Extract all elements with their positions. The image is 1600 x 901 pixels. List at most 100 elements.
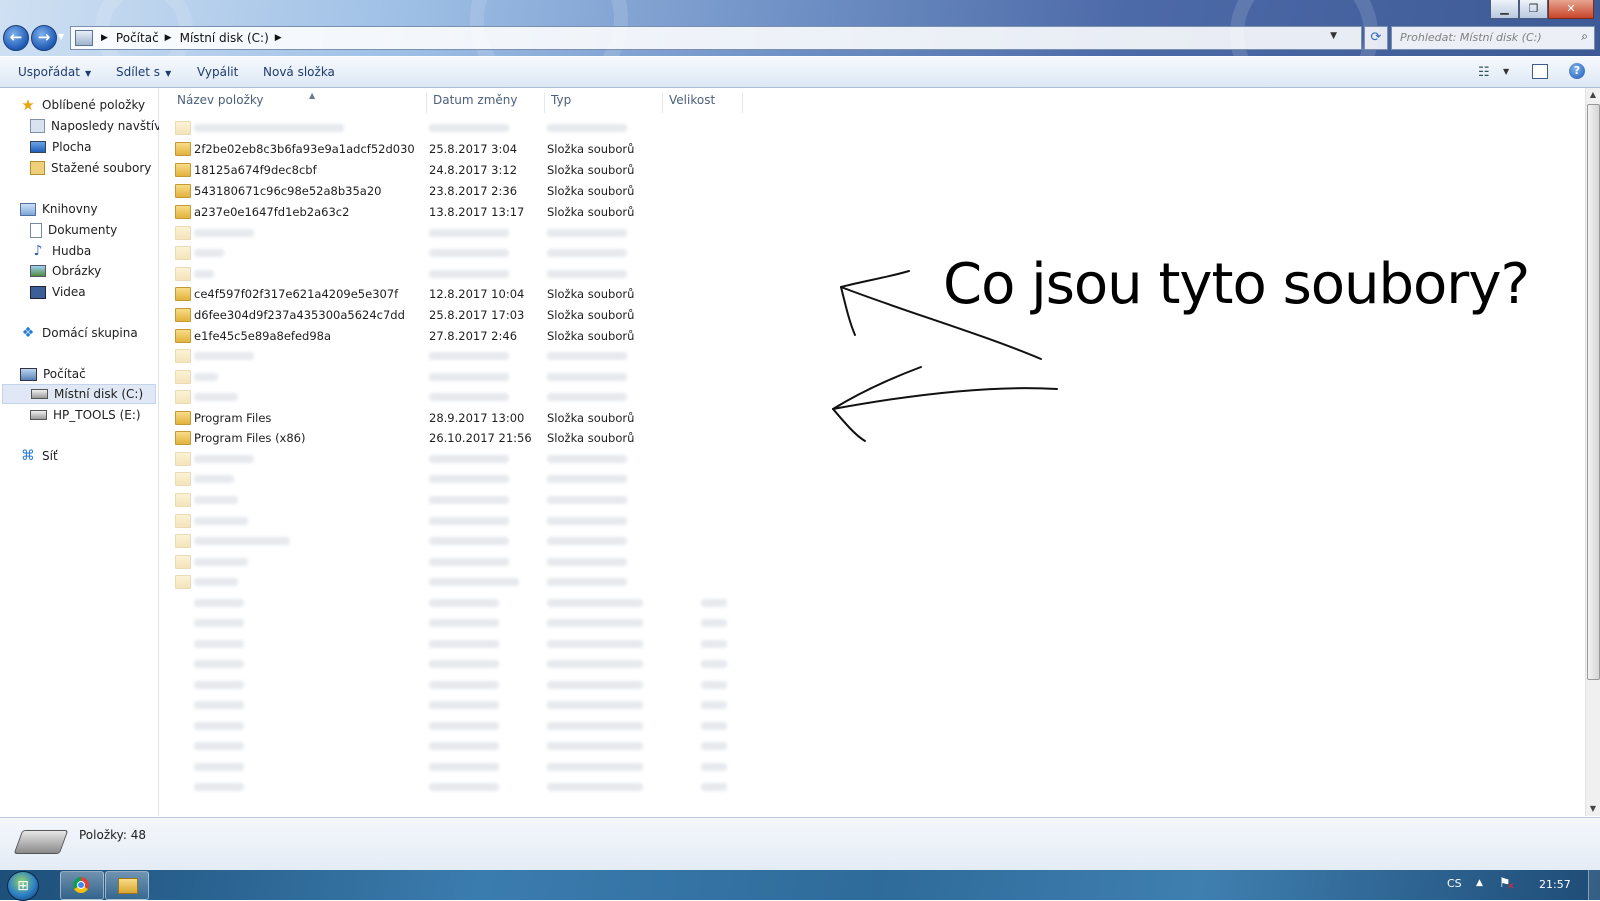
file-type: Složka souborů xyxy=(547,287,635,301)
breadcrumb-computer[interactable]: Počítač xyxy=(116,31,159,45)
homegroup-icon: ❖ xyxy=(21,325,35,341)
hard-drive-icon xyxy=(30,410,47,420)
file-row[interactable]: e1fe45c5e89a8efed98a 27.8.2017 2:46 Složka… xyxy=(171,326,731,346)
nav-downloads[interactable]: Stažené soubory xyxy=(30,158,151,178)
clock[interactable]: 21:57 xyxy=(1539,878,1571,891)
nav-recent-places[interactable]: Naposledy navštíver xyxy=(30,116,174,136)
folder-icon xyxy=(175,329,191,343)
blurred-row xyxy=(171,118,731,138)
nav-label: Počítač xyxy=(43,367,86,381)
show-desktop-button[interactable] xyxy=(1588,870,1600,900)
nav-documents[interactable]: Dokumenty xyxy=(30,220,117,240)
file-row[interactable]: Program Files (x86) 26.10.2017 21:56 Složk… xyxy=(171,428,731,448)
blurred-row xyxy=(171,777,731,797)
scroll-down-icon[interactable]: ▼ xyxy=(1586,802,1600,816)
nav-computer[interactable]: Počítač xyxy=(20,364,86,384)
search-input[interactable]: Prohledat: Místní disk (C:) ⌕ xyxy=(1391,26,1595,50)
file-row[interactable]: d6fee304d9f237a435300a5624c7dd 25.8.2017 … xyxy=(171,305,731,325)
nav-favorites[interactable]: ★ Oblíbené položky xyxy=(20,95,145,115)
breadcrumb-chevron-icon[interactable]: ▶ xyxy=(165,33,172,43)
nav-local-disk[interactable]: Místní disk (C:) xyxy=(2,384,156,404)
taskbar: ⊞ CS ▲ ⚑ ✕ 21:57 xyxy=(0,870,1600,901)
scrollbar-thumb[interactable] xyxy=(1587,104,1600,680)
folder-icon xyxy=(175,246,191,260)
refresh-icon[interactable]: ⟳ xyxy=(1364,26,1388,50)
nav-desktop[interactable]: Plocha xyxy=(30,137,91,157)
vertical-scrollbar[interactable]: ▲ ▼ xyxy=(1585,88,1600,816)
file-date: 28.9.2017 13:00 xyxy=(429,411,525,425)
nav-hp-tools[interactable]: HP_TOOLS (E:) xyxy=(30,405,141,425)
minimize-button[interactable]: ▁ xyxy=(1490,0,1519,19)
nav-label: HP_TOOLS (E:) xyxy=(53,408,141,422)
nav-label: Naposledy navštíver xyxy=(51,119,174,133)
preview-pane-icon[interactable] xyxy=(1532,64,1548,79)
nav-pictures[interactable]: Obrázky xyxy=(30,261,101,281)
chrome-icon xyxy=(73,877,89,893)
chevron-down-icon: ▼ xyxy=(165,69,172,78)
action-center-flag-icon[interactable]: ⚑ ✕ xyxy=(1499,876,1515,892)
blurred-row xyxy=(171,695,731,715)
column-header-size[interactable]: Velikost xyxy=(663,93,743,113)
blurred-row xyxy=(171,736,731,756)
nav-videos[interactable]: Videa xyxy=(30,282,86,302)
scroll-up-icon[interactable]: ▲ xyxy=(1586,88,1600,102)
share-label: Sdílet s xyxy=(116,65,161,79)
film-icon xyxy=(30,285,46,299)
address-dropdown-icon[interactable]: ▼ xyxy=(1330,31,1337,41)
maximize-button[interactable]: ❐ xyxy=(1519,0,1548,19)
folder-icon xyxy=(175,370,191,384)
view-options-icon[interactable]: ☷ xyxy=(1478,65,1490,80)
column-header-type[interactable]: Typ xyxy=(545,93,663,113)
file-row[interactable]: ce4f597f02f317e621a4209e5e307f 12.8.2017 … xyxy=(171,284,731,304)
column-header-name[interactable]: Název položky ▲ xyxy=(171,91,427,113)
new-folder-button[interactable]: Nová složka xyxy=(263,65,335,79)
help-icon[interactable]: ? xyxy=(1569,63,1585,79)
nav-label: Oblíbené položky xyxy=(42,98,146,112)
breadcrumb-chevron-icon[interactable]: ▶ xyxy=(275,33,282,43)
file-row[interactable]: Program Files 28.9.2017 13:00 Složka soubo… xyxy=(171,408,731,428)
forward-button[interactable]: → xyxy=(31,25,57,51)
back-button[interactable]: ← xyxy=(3,25,29,51)
nav-music[interactable]: ♪ Hudba xyxy=(30,241,92,261)
column-header-date[interactable]: Datum změny xyxy=(427,93,545,113)
file-row[interactable]: a237e0e1647fd1eb2a63c2 13.8.2017 13:17 Slo… xyxy=(171,202,731,222)
taskbar-chrome[interactable] xyxy=(60,871,104,900)
folder-icon xyxy=(175,411,191,425)
folder-icon xyxy=(175,163,191,177)
burn-button[interactable]: Vypálit xyxy=(197,65,238,79)
start-button[interactable]: ⊞ xyxy=(7,871,39,901)
nav-network[interactable]: ⌘ Síť xyxy=(20,446,58,466)
close-button[interactable]: ✕ xyxy=(1548,0,1594,19)
folder-icon xyxy=(175,493,191,507)
organize-button[interactable]: Uspořádat ▼ xyxy=(18,65,91,79)
share-button[interactable]: Sdílet s ▼ xyxy=(116,65,171,79)
recent-pages-dropdown-icon[interactable]: ▼ xyxy=(58,32,64,41)
file-row[interactable]: 543180671c96c98e52a8b35a20 23.8.2017 2:36… xyxy=(171,181,731,201)
taskbar-explorer[interactable] xyxy=(105,871,149,900)
file-type: Složka souborů xyxy=(547,184,635,198)
breadcrumb-local-disk[interactable]: Místní disk (C:) xyxy=(180,31,269,45)
language-indicator[interactable]: CS xyxy=(1447,877,1462,890)
nav-label: Knihovny xyxy=(42,202,98,216)
folder-icon xyxy=(175,308,191,322)
organize-label: Uspořádat xyxy=(18,65,80,79)
file-type: Složka souborů xyxy=(547,142,635,156)
folder-icon xyxy=(175,534,191,548)
chevron-down-icon[interactable]: ▼ xyxy=(1503,67,1509,76)
folder-icon xyxy=(175,142,191,156)
folder-icon xyxy=(175,267,191,281)
nav-label: Plocha xyxy=(52,140,92,154)
blurred-row xyxy=(171,716,731,736)
folder-icon xyxy=(175,575,191,589)
show-hidden-icons-icon[interactable]: ▲ xyxy=(1476,878,1483,888)
blurred-row xyxy=(171,346,731,366)
navigation-pane: ★ Oblíbené položky Naposledy navštíver Pl… xyxy=(0,88,174,816)
address-bar[interactable]: ▶ Počítač ▶ Místní disk (C:) ▶ ▼ xyxy=(70,26,1362,50)
search-placeholder: Prohledat: Místní disk (C:) xyxy=(1400,31,1542,44)
nav-homegroup[interactable]: ❖ Domácí skupina xyxy=(20,323,138,343)
breadcrumb-chevron-icon[interactable]: ▶ xyxy=(101,33,108,43)
file-row[interactable]: 18125a674f9dec8cbf 24.8.2017 3:12 Složka s… xyxy=(171,160,731,180)
file-row[interactable]: 2f2be02eb8c3b6fa93e9a1adcf52d030 25.8.201… xyxy=(171,139,731,159)
nav-libraries[interactable]: Knihovny xyxy=(20,199,98,219)
search-icon[interactable]: ⌕ xyxy=(1581,29,1588,44)
